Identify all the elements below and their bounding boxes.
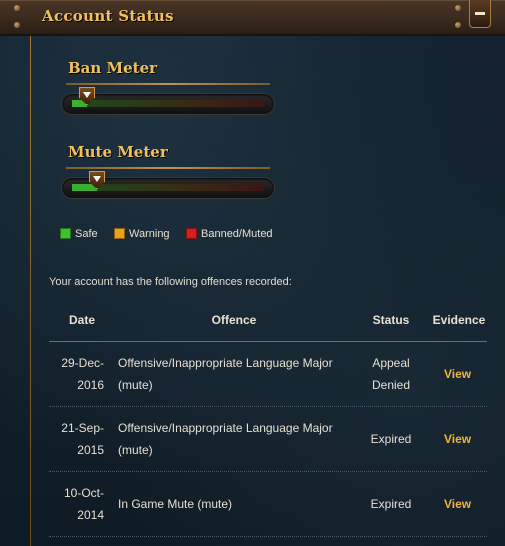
column-header-status: Status: [372, 313, 410, 327]
row-offence: Offensive/Inappropriate Language Major (m…: [118, 417, 333, 461]
mute-meter-rule: [66, 167, 270, 169]
legend-banned: Banned/Muted: [186, 228, 273, 240]
row-status-line2: Denied: [371, 378, 411, 392]
legend-warning: Warning: [114, 228, 170, 240]
row-date-line1: 21-Sep-: [61, 421, 104, 435]
column-header-evidence: Evidence: [432, 313, 486, 327]
row-date: 21-Sep- 2015: [42, 417, 104, 461]
row-date: 10-Oct- 2014: [42, 482, 104, 526]
ban-meter-title: Ban Meter: [68, 59, 158, 77]
column-header-offence: Offence: [211, 313, 257, 327]
legend-banned-label: Banned/Muted: [201, 228, 273, 240]
ban-meter-bar: [72, 100, 264, 107]
row-status: Expired: [370, 497, 412, 511]
panel-title: Account Status: [42, 7, 174, 25]
view-evidence-link[interactable]: View: [444, 428, 471, 450]
row-offence-line2: (mute): [118, 443, 153, 457]
rivet-icon: [14, 22, 20, 28]
ban-meter-rule: [66, 83, 270, 85]
minus-icon: [475, 12, 485, 15]
row-date-line2: 2014: [77, 508, 104, 522]
safe-swatch-icon: [60, 228, 71, 239]
legend-warning-label: Warning: [129, 228, 170, 240]
mute-meter-title: Mute Meter: [68, 143, 168, 161]
row-divider: [49, 471, 487, 472]
panel-header: Account Status: [0, 0, 505, 36]
row-divider: [49, 536, 487, 537]
row-status-line1: Appeal: [372, 356, 410, 370]
offences-intro: Your account has the following offences …: [49, 276, 292, 288]
row-divider: [49, 406, 487, 407]
row-date-line1: 29-Dec-: [61, 356, 104, 370]
column-header-date: Date: [68, 313, 95, 327]
panel-left-border: [30, 34, 31, 546]
account-status-panel: [0, 0, 505, 546]
view-evidence-link[interactable]: View: [444, 363, 471, 385]
warning-swatch-icon: [114, 228, 125, 239]
row-status: Expired: [370, 432, 412, 446]
legend-safe-label: Safe: [75, 228, 98, 240]
table-header-divider: [49, 341, 487, 342]
row-offence-line2: (mute): [118, 378, 153, 392]
row-offence: Offensive/Inappropriate Language Major (m…: [118, 352, 333, 396]
pointer-arrow-icon: [93, 176, 101, 182]
row-status: Appeal Denied: [356, 352, 426, 396]
rivet-icon: [14, 5, 20, 11]
rivet-icon: [455, 22, 461, 28]
rivet-icon: [455, 5, 461, 11]
row-date-line2: 2015: [77, 443, 104, 457]
view-evidence-link[interactable]: View: [444, 493, 471, 515]
legend-safe: Safe: [60, 228, 98, 240]
pointer-arrow-icon: [83, 92, 91, 98]
row-offence-line1: Offensive/Inappropriate Language Major: [118, 421, 333, 435]
collapse-button[interactable]: [469, 0, 491, 28]
row-offence-line1: Offensive/Inappropriate Language Major: [118, 356, 333, 370]
row-date-line1: 10-Oct-: [63, 486, 104, 500]
row-date-line2: 2016: [77, 378, 104, 392]
row-offence: In Game Mute (mute): [118, 497, 233, 511]
row-date: 29-Dec- 2016: [42, 352, 104, 396]
banned-swatch-icon: [186, 228, 197, 239]
